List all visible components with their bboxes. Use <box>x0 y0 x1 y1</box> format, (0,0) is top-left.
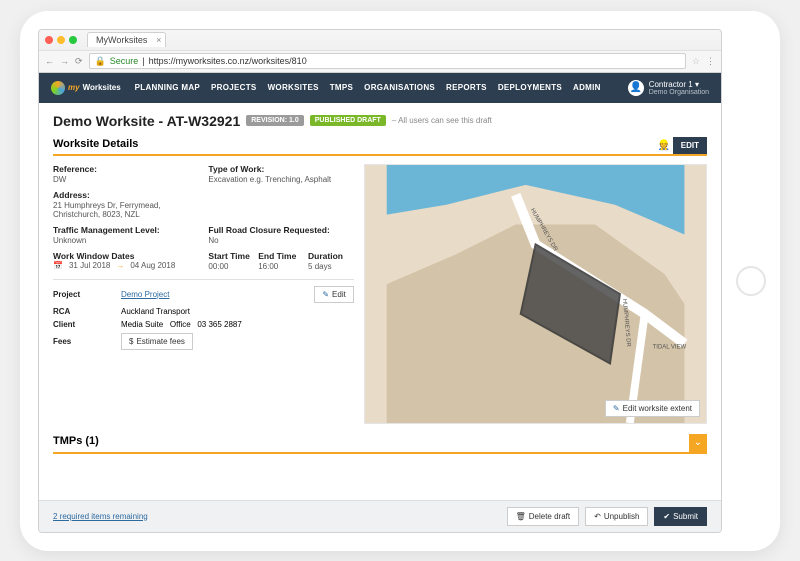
edit-extent-button[interactable]: ✎Edit worksite extent <box>605 400 700 417</box>
secure-label: Secure <box>110 56 139 66</box>
edit-details-button[interactable]: EDIT <box>673 137 707 154</box>
nav-organisations[interactable]: ORGANISATIONS <box>364 83 435 92</box>
project-link[interactable]: Demo Project <box>121 290 306 299</box>
edit-project-button[interactable]: ✎Edit <box>314 286 354 303</box>
nav-worksites[interactable]: WORKSITES <box>268 83 319 92</box>
close-window-icon[interactable] <box>45 36 53 44</box>
status-badge: PUBLISHED DRAFT <box>310 115 386 126</box>
chevron-down-icon: ⌄ <box>694 437 702 448</box>
project-label: Project <box>53 290 113 299</box>
tab-title: MyWorksites <box>96 35 147 45</box>
unpublish-button[interactable]: ↶Unpublish <box>585 507 648 526</box>
type-label: Type of Work: <box>208 164 353 174</box>
start-time-value: 00:00 <box>208 262 254 271</box>
page-body: Demo Worksite - AT-W32921 REVISION: 1.0 … <box>39 103 721 532</box>
expand-tmps-button[interactable]: ⌄ <box>689 434 707 452</box>
revision-badge: REVISION: 1.0 <box>246 115 303 126</box>
app-header: myWorksites PLANNING MAP PROJECTS WORKSI… <box>39 73 721 103</box>
logo[interactable]: myWorksites <box>51 81 121 95</box>
reference-value: DW <box>53 175 198 184</box>
fees-label: Fees <box>53 337 113 346</box>
browser-chrome: MyWorksites × ← → ⟳ 🔒 Secure | https://m… <box>39 30 721 73</box>
forward-icon[interactable]: → <box>60 56 69 67</box>
draft-note: – All users can see this draft <box>392 116 492 125</box>
details-section-header: Worksite Details 👷 EDIT <box>53 137 707 156</box>
minimize-window-icon[interactable] <box>57 36 65 44</box>
lock-icon: 🔒 <box>95 56 106 67</box>
window-label: Work Window Dates <box>53 251 198 261</box>
submit-button[interactable]: ✔Submit <box>654 507 707 526</box>
footer-bar: 2 required items remaining 🗑Delete draft… <box>39 500 721 532</box>
user-name: Contractor 1 <box>649 80 693 89</box>
logo-icon <box>51 81 65 95</box>
main-nav: PLANNING MAP PROJECTS WORKSITES TMPS ORG… <box>135 83 601 92</box>
client-label: Client <box>53 320 113 329</box>
tablet-frame: MyWorksites × ← → ⟳ 🔒 Secure | https://m… <box>20 11 780 551</box>
duration-value: 5 days <box>308 262 354 271</box>
trash-icon: 🗑 <box>516 512 526 521</box>
arrow-right-icon: → <box>116 261 124 270</box>
duration-label: Duration <box>308 251 354 261</box>
calendar-icon: 📅 <box>53 261 63 270</box>
menu-icon[interactable]: ⋮ <box>706 56 715 67</box>
map[interactable]: HUMPHREYS DR HUMPHREYS DR TIDAL VIEW ✎Ed… <box>364 164 707 424</box>
street-label: TIDAL VIEW <box>653 344 687 350</box>
client-value: Media Suite <box>121 320 163 329</box>
nav-deployments[interactable]: DEPLOYMENTS <box>498 83 562 92</box>
tablet-home-button[interactable] <box>736 266 766 296</box>
client-office-label: Office <box>170 320 191 329</box>
nav-projects[interactable]: PROJECTS <box>211 83 257 92</box>
user-org: Demo Organisation <box>649 89 709 96</box>
nav-tmps[interactable]: TMPS <box>330 83 353 92</box>
client-phone: 03 365 2887 <box>197 320 242 329</box>
maximize-window-icon[interactable] <box>69 36 77 44</box>
delete-draft-button[interactable]: 🗑Delete draft <box>507 507 580 526</box>
details-section-title: Worksite Details <box>53 138 655 153</box>
nav-reports[interactable]: REPORTS <box>446 83 487 92</box>
undo-icon: ↶ <box>594 512 601 521</box>
end-time-value: 16:00 <box>258 262 304 271</box>
closure-value: No <box>208 236 353 245</box>
check-icon: ✔ <box>663 512 670 521</box>
window-end: 04 Aug 2018 <box>130 261 175 270</box>
pencil-icon: ✎ <box>613 404 620 413</box>
back-icon[interactable]: ← <box>45 56 54 67</box>
rca-label: RCA <box>53 307 113 316</box>
tmps-title: TMPs (1) <box>53 435 689 450</box>
tml-value: Unknown <box>53 236 198 245</box>
reload-icon[interactable]: ⟳ <box>75 56 83 67</box>
address-label: Address: <box>53 190 354 200</box>
url-text: https://myworksites.co.nz/worksites/810 <box>149 56 307 66</box>
close-tab-icon[interactable]: × <box>156 35 161 45</box>
window-controls[interactable] <box>45 36 77 44</box>
browser-tab[interactable]: MyWorksites × <box>87 32 166 47</box>
reference-label: Reference: <box>53 164 198 174</box>
rca-value: Auckland Transport <box>121 307 354 316</box>
start-time-label: Start Time <box>208 251 254 261</box>
required-items-link[interactable]: 2 required items remaining <box>53 512 501 521</box>
type-value: Excavation e.g. Trenching, Asphalt <box>208 175 353 184</box>
page-title: Demo Worksite - AT-W32921 <box>53 113 240 129</box>
tmps-section-header: TMPs (1) ⌄ <box>53 434 707 454</box>
end-time-label: End Time <box>258 251 304 261</box>
details-panel: Reference: DW Type of Work: Excavation e… <box>53 164 354 424</box>
divider <box>53 279 354 280</box>
dollar-icon: $ <box>129 337 133 346</box>
nav-admin[interactable]: ADMIN <box>573 83 601 92</box>
nav-planning-map[interactable]: PLANNING MAP <box>135 83 200 92</box>
address-bar[interactable]: 🔒 Secure | https://myworksites.co.nz/wor… <box>89 53 686 69</box>
closure-label: Full Road Closure Requested: <box>208 225 353 235</box>
address-value: 21 Humphreys Dr, Ferrymead, Christchurch… <box>53 201 183 219</box>
tml-label: Traffic Management Level: <box>53 225 198 235</box>
pencil-icon: ✎ <box>322 290 329 299</box>
user-menu[interactable]: 👤 Contractor 1 ▾ Demo Organisation <box>628 80 709 96</box>
estimate-fees-button[interactable]: $Estimate fees <box>121 333 193 350</box>
worker-icon: 👷 <box>655 140 673 151</box>
window-start: 31 Jul 2018 <box>69 261 110 270</box>
bookmark-icon[interactable]: ☆ <box>692 56 700 67</box>
screen: MyWorksites × ← → ⟳ 🔒 Secure | https://m… <box>38 29 722 533</box>
avatar-icon: 👤 <box>628 80 644 96</box>
